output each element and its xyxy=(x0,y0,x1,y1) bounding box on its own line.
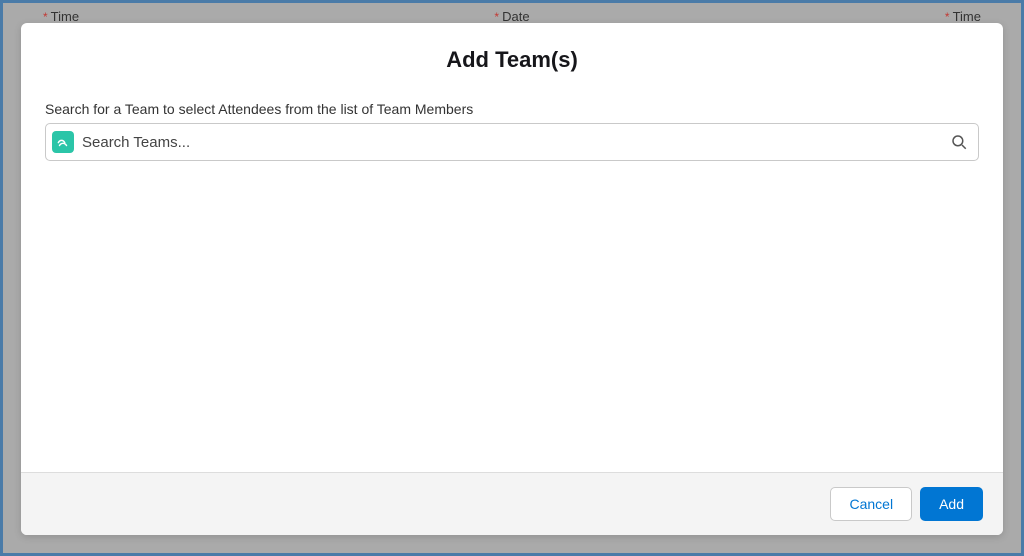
add-teams-modal: Add Team(s) Search for a Team to select … xyxy=(21,23,1003,535)
add-button[interactable]: Add xyxy=(920,487,983,521)
backdrop-field-time-right: *Time xyxy=(945,9,981,24)
cancel-button[interactable]: Cancel xyxy=(830,487,912,521)
modal-footer: Cancel Add xyxy=(21,472,1003,535)
search-label: Search for a Team to select Attendees fr… xyxy=(45,101,979,117)
backdrop-fields: *Time *Date *Time xyxy=(3,9,1021,24)
search-icon xyxy=(950,133,968,151)
backdrop-field-date: *Date xyxy=(494,9,529,24)
search-teams-input[interactable] xyxy=(82,134,950,151)
modal-title: Add Team(s) xyxy=(41,47,983,73)
search-teams-field[interactable] xyxy=(45,123,979,161)
modal-header: Add Team(s) xyxy=(21,23,1003,83)
teams-icon xyxy=(52,131,74,153)
modal-body: Search for a Team to select Attendees fr… xyxy=(21,83,1003,472)
backdrop-field-time-left: *Time xyxy=(43,9,79,24)
